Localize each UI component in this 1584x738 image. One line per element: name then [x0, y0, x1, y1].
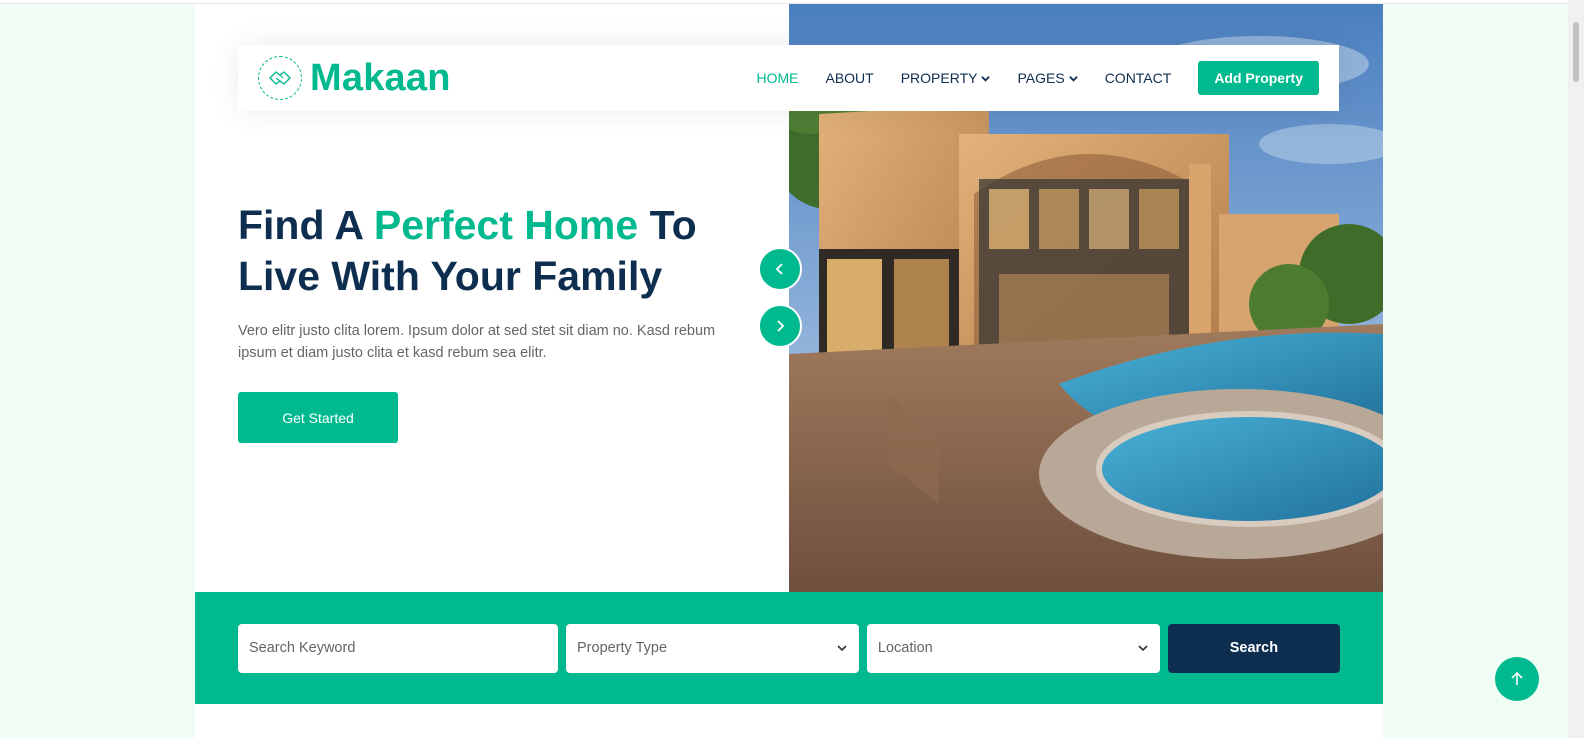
nav-item-home[interactable]: HOME [756, 70, 798, 86]
scrollbar-thumb[interactable] [1573, 22, 1579, 82]
nav-item-property-label: PROPERTY [900, 70, 978, 86]
carousel-next-button[interactable] [758, 304, 802, 348]
carousel-prev-button[interactable] [758, 247, 802, 291]
get-started-button[interactable]: Get Started [238, 392, 398, 443]
nav-item-about-label: ABOUT [825, 70, 874, 86]
location-value: Location [877, 640, 933, 656]
navbar: Makaan HOME ABOUT PROPERTY PAGES CONTACT… [238, 45, 1339, 111]
hero-description: Vero elitr justo clita lorem. Ipsum dolo… [238, 323, 716, 361]
keyword-field[interactable] [238, 623, 558, 673]
nav-item-pages-label: PAGES [1017, 70, 1065, 86]
property-type-select[interactable]: Property Type [566, 623, 859, 673]
add-property-button[interactable]: Add Property [1198, 61, 1319, 95]
nav-item-pages[interactable]: PAGES [1017, 70, 1078, 86]
chevron-down-icon [1138, 645, 1148, 652]
hero-title: Find A Perfect Home To Live With Your Fa… [238, 200, 758, 302]
nav-links: HOME ABOUT PROPERTY PAGES CONTACT Add Pr… [756, 61, 1319, 95]
arrow-up-icon [1511, 671, 1523, 685]
chevron-left-icon [775, 263, 783, 275]
search-button[interactable]: Search [1167, 623, 1340, 673]
chevron-down-icon [837, 645, 847, 652]
nav-item-property[interactable]: PROPERTY [901, 70, 991, 86]
hero-title-part1: Find A [238, 202, 374, 248]
back-to-top-button[interactable] [1495, 657, 1539, 701]
handshake-house-icon [258, 56, 302, 100]
nav-item-about[interactable]: ABOUT [825, 70, 873, 86]
page-scrollbar[interactable] [1568, 0, 1584, 738]
property-search-bar: Property Type Location Search [195, 592, 1383, 704]
brand-logo[interactable]: Makaan [258, 56, 451, 100]
property-type-value: Property Type [577, 640, 668, 656]
hero-title-accent: Perfect Home [373, 202, 639, 248]
location-select[interactable]: Location [866, 623, 1160, 673]
nav-item-contact-label: CONTACT [1104, 70, 1172, 86]
chevron-down-icon [1068, 75, 1078, 82]
nav-item-home-label: HOME [756, 70, 799, 86]
chevron-down-icon [981, 75, 991, 82]
nav-item-contact[interactable]: CONTACT [1105, 70, 1172, 86]
page-container: Makaan HOME ABOUT PROPERTY PAGES CONTACT… [195, 4, 1383, 738]
search-keyword-input[interactable] [249, 640, 547, 656]
brand-name: Makaan [310, 56, 451, 99]
chevron-right-icon [777, 320, 785, 332]
